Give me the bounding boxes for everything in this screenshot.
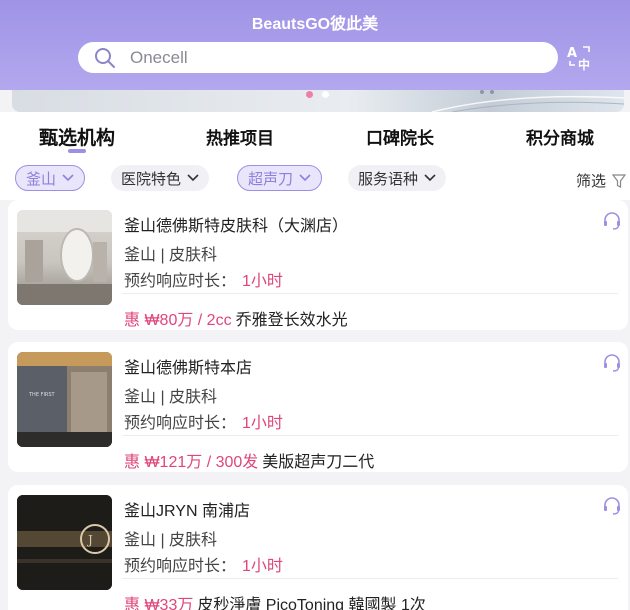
filter-hospital-feature[interactable]: 医院特色 [111,165,210,191]
filter-button[interactable]: 筛选 [576,170,626,191]
filter-procedure-label: 超声刀 [248,170,294,188]
tab-hot-items[interactable]: 热推项目 [206,124,274,149]
clinic-card[interactable]: 釜山德佛斯特皮肤科（大渊店） 釜山 | 皮肤科 预约响应时长： 1小时 惠 ₩80… [8,200,628,330]
deal-row[interactable]: 惠 ₩80万 / 2cc 乔雅登长效水光 [124,306,348,330]
clinic-name: 釜山德佛斯特本店 [124,360,253,377]
clinic-photo [17,210,112,305]
clinic-name: 釜山JRYN 南浦店 [124,503,250,520]
filter-region[interactable]: 釜山 [15,165,86,191]
filter-icon [612,173,626,188]
clinic-category: 釜山 | 皮肤科 [124,247,218,264]
search-input[interactable]: Onecell [130,48,188,68]
translate-icon[interactable]: A 中 [566,44,594,72]
chevron-down-icon [424,174,436,182]
response-time-label: 预约响应时长： [124,415,237,432]
search-icon [95,47,115,68]
divider [122,293,618,294]
headset-icon[interactable] [602,353,622,373]
filter-button-label: 筛选 [575,173,606,190]
filter-service-language-label: 服务语种 [358,170,419,188]
headset-icon[interactable] [602,496,622,516]
carousel-dot-active[interactable] [306,91,313,98]
response-time-label: 预约响应时长： [124,273,237,290]
deal-row[interactable]: 惠 ₩121万 / 300发 美版超声刀二代 [124,448,374,472]
banner-carousel[interactable] [12,90,624,112]
deal-item: 皮秒淨膚 PicoToning 韓國製 1次 [197,597,426,610]
divider [122,435,618,436]
response-time: 预约响应时长： 1小时 [124,409,283,433]
divider [122,578,618,579]
app-header: BeautsGO彼此美 Onecell A 中 [0,0,630,90]
deal-item: 美版超声刀二代 [262,454,375,471]
response-time-value: 1小时 [242,273,283,290]
headset-icon[interactable] [602,211,622,231]
response-time-value: 1小时 [242,558,283,575]
svg-text:J: J [86,533,93,547]
clinic-category: 釜山 | 皮肤科 [124,532,218,549]
filter-procedure[interactable]: 超声刀 [237,165,323,191]
svg-text:THE FIRST: THE FIRST [28,392,56,398]
carousel-dot[interactable] [322,91,329,98]
deal-price: 惠 ₩121万 / 300发 [124,454,259,471]
svg-text:中: 中 [578,57,590,72]
clinic-card[interactable]: J 釜山JRYN 南浦店 釜山 | 皮肤科 预约响应时长： 1小时 惠 ₩33万皮… [8,485,628,610]
response-time-label: 预约响应时长： [124,558,237,575]
tab-points-mall[interactable]: 积分商城 [526,124,594,149]
filter-region-label: 釜山 [26,170,57,188]
clinic-name: 釜山德佛斯特皮肤科（大渊店） [124,218,349,235]
filter-hospital-feature-label: 医院特色 [121,170,182,188]
deal-item: 乔雅登长效水光 [235,312,348,329]
chevron-down-icon [187,174,199,182]
clinic-card[interactable]: THE FIRST 釜山德佛斯特本店 釜山 | 皮肤科 预约响应时长： 1小时 惠… [8,342,628,472]
app-title: BeautsGO彼此美 [251,16,379,33]
response-time: 预约响应时长： 1小时 [124,267,283,291]
tab-selected-institutions[interactable]: 甄选机构 [39,123,115,150]
svg-text:A: A [567,46,577,61]
filter-bar: 釜山 医院特色 超声刀 服务语种 筛选 [0,158,630,200]
deal-price: 惠 ₩80万 / 2cc [124,312,232,329]
active-tab-indicator [68,149,86,153]
clinic-category: 釜山 | 皮肤科 [124,389,218,406]
clinic-photo: J [17,495,112,590]
clinic-photo: THE FIRST [17,352,112,447]
search-bar[interactable]: Onecell [78,42,558,73]
category-tabs: 甄选机构 热推项目 口碑院长 积分商城 [0,112,630,158]
response-time-value: 1小时 [242,415,283,432]
tab-top-directors[interactable]: 口碑院长 [366,124,434,149]
response-time: 预约响应时长： 1小时 [124,552,283,576]
deal-row[interactable]: 惠 ₩33万 皮秒淨膚 PicoToning 韓國製 1次 [124,591,426,610]
chevron-down-icon [299,174,311,182]
filter-service-language[interactable]: 服务语种 [348,165,447,191]
chevron-down-icon [62,174,74,182]
deal-price: 惠 ₩33万 [124,597,194,610]
